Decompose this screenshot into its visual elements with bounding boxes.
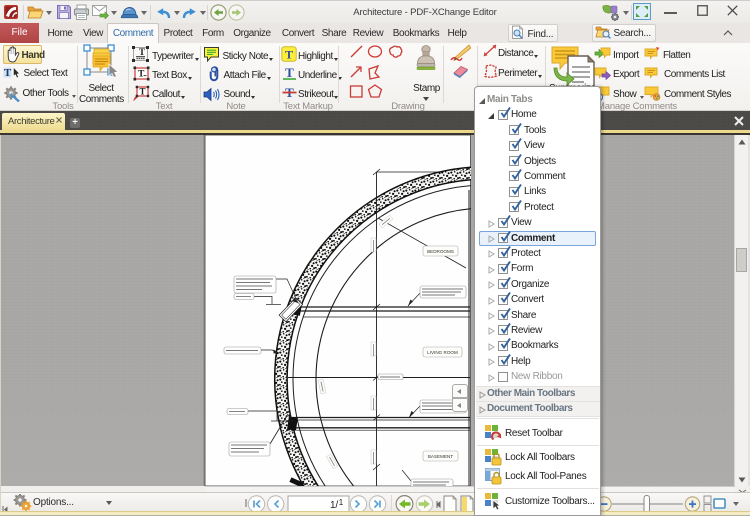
svg-text:T: T	[139, 47, 145, 57]
svg-text:BASEMENT: BASEMENT	[428, 454, 453, 459]
svg-text:T: T	[285, 48, 293, 62]
svg-text:LIVING ROOM: LIVING ROOM	[427, 350, 458, 355]
svg-text:T: T	[138, 70, 145, 80]
svg-text:T: T	[285, 66, 294, 80]
svg-text:BEDROOMS: BEDROOMS	[427, 249, 454, 254]
svg-text:T: T	[4, 67, 12, 79]
svg-text:T: T	[140, 87, 146, 97]
svg-text:1/: 1/	[330, 500, 338, 511]
